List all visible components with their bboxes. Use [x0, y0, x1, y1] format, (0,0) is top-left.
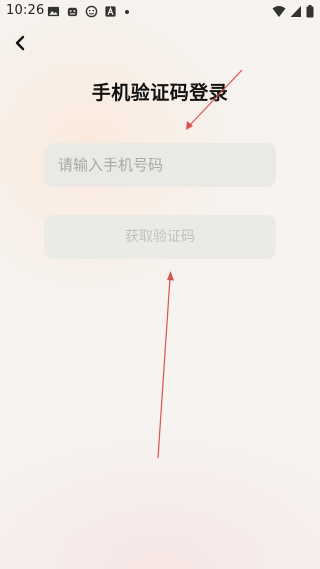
android-icon — [67, 7, 78, 17]
phone-number-input[interactable] — [44, 143, 276, 187]
wifi-icon — [272, 6, 286, 17]
chevron-left-icon — [15, 35, 25, 51]
image-icon — [47, 6, 60, 17]
get-verification-code-button[interactable]: 获取验证码 — [44, 215, 276, 259]
font-a-icon — [105, 6, 116, 17]
arrow-to-code-button — [157, 271, 174, 459]
page-title: 手机验证码登录 — [91, 82, 229, 104]
status-bar: 10:26 — [0, 0, 320, 24]
battery-icon — [306, 5, 314, 18]
cellular-signal-icon — [290, 6, 301, 17]
back-button[interactable] — [8, 31, 32, 55]
status-time: 10:26 — [6, 3, 45, 18]
app-notification-icon — [85, 5, 98, 18]
notification-icons — [47, 5, 129, 18]
more-notifications-dot — [125, 9, 129, 14]
system-icons — [272, 5, 314, 18]
